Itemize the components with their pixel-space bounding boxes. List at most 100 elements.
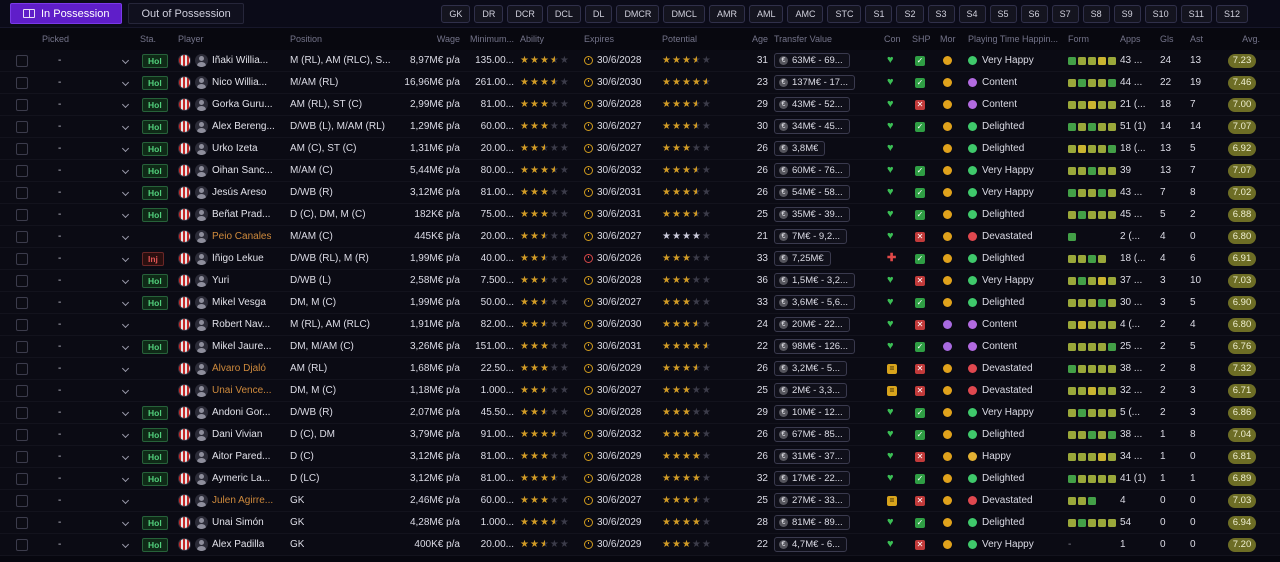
table-row[interactable]: - Hol Dani Vivian D (C), DM 3,79M€ p/a 91.00.… xyxy=(0,424,1280,446)
chevron-down-icon[interactable] xyxy=(121,386,130,395)
column-header-ability[interactable]: Ability xyxy=(520,34,584,44)
player-avatar-icon[interactable] xyxy=(195,120,208,133)
player-avatar-icon[interactable] xyxy=(195,76,208,89)
player-avatar-icon[interactable] xyxy=(195,274,208,287)
row-checkbox[interactable] xyxy=(16,142,28,155)
chevron-down-icon[interactable] xyxy=(121,430,130,439)
row-checkbox[interactable] xyxy=(16,98,28,111)
row-checkbox[interactable] xyxy=(16,186,28,199)
column-header-player[interactable]: Player xyxy=(178,34,290,44)
row-checkbox[interactable] xyxy=(16,494,28,507)
tab-out-of-possession[interactable]: Out of Possession xyxy=(128,3,244,24)
chevron-down-icon[interactable] xyxy=(121,342,130,351)
table-row[interactable]: - Hol Gorka Guru... AM (RL), ST (C) 2,99M€ p… xyxy=(0,94,1280,116)
table-row[interactable]: - Unai Vence... DM, M (C) 1,18M€ p/a 1.000..… xyxy=(0,380,1280,402)
transfer-value-pill[interactable]: €27M€ - 33... xyxy=(774,493,850,508)
player-name[interactable]: Aitor Pared... xyxy=(212,451,270,462)
table-row[interactable]: - Hol Aitor Pared... D (C) 3,12M€ p/a 81.00..… xyxy=(0,446,1280,468)
row-checkbox[interactable] xyxy=(16,472,28,485)
filter-s12[interactable]: S12 xyxy=(1215,4,1248,23)
filter-s4[interactable]: S4 xyxy=(958,4,986,23)
row-checkbox[interactable] xyxy=(16,362,28,375)
column-header-apps[interactable]: Apps xyxy=(1120,34,1160,44)
player-avatar-icon[interactable] xyxy=(195,340,208,353)
player-name[interactable]: Álex Bereng... xyxy=(212,121,275,132)
transfer-value-pill[interactable]: €1,5M€ - 3,2... xyxy=(774,273,855,288)
row-checkbox[interactable] xyxy=(16,76,28,89)
tab-in-possession[interactable]: In Possession xyxy=(10,3,123,24)
column-header-playing-time-happin[interactable]: Playing Time Happin... xyxy=(968,34,1068,44)
transfer-value-pill[interactable]: €3,2M€ - 5... xyxy=(774,361,848,376)
filter-s1[interactable]: S1 xyxy=(865,4,893,23)
transfer-value-pill[interactable]: €60M€ - 76... xyxy=(774,163,850,178)
chevron-down-icon[interactable] xyxy=(121,298,130,307)
player-name[interactable]: Yuri xyxy=(212,275,229,286)
table-row[interactable]: - Robert Nav... M (RL), AM (RLC) 1,91M€ p/a… xyxy=(0,314,1280,336)
column-header-minimum[interactable]: Minimum... xyxy=(466,34,520,44)
table-row[interactable]: - Álvaro Djaló AM (RL) 1,68M€ p/a 22.50... ★ ★… xyxy=(0,358,1280,380)
filter-amc[interactable]: AMC xyxy=(787,4,824,23)
player-name[interactable]: Oihan Sanc... xyxy=(212,165,273,176)
column-header-position[interactable]: Position xyxy=(290,34,396,44)
transfer-value-pill[interactable]: €67M€ - 85... xyxy=(774,427,850,442)
filter-gk[interactable]: GK xyxy=(441,4,471,23)
chevron-down-icon[interactable] xyxy=(121,364,130,373)
player-name[interactable]: Íñigo Lekue xyxy=(212,253,264,264)
column-header-sta[interactable]: Sta. xyxy=(140,34,178,44)
column-header-wage[interactable]: Wage xyxy=(396,34,466,44)
row-checkbox[interactable] xyxy=(16,450,28,463)
filter-s2[interactable]: S2 xyxy=(896,4,924,23)
chevron-down-icon[interactable] xyxy=(121,210,130,219)
player-name[interactable]: Peio Canales xyxy=(212,231,271,242)
filter-dmcl[interactable]: DMCL xyxy=(663,4,705,23)
player-avatar-icon[interactable] xyxy=(195,384,208,397)
filter-amr[interactable]: AMR xyxy=(708,4,745,23)
table-row[interactable]: - Hol Aymeric La... D (LC) 3,12M€ p/a 81.00..… xyxy=(0,468,1280,490)
table-row[interactable]: - Hol Mikel Vesga DM, M (C) 1,99M€ p/a 50.00.… xyxy=(0,292,1280,314)
chevron-down-icon[interactable] xyxy=(121,320,130,329)
row-checkbox[interactable] xyxy=(16,406,28,419)
filter-aml[interactable]: AML xyxy=(748,4,784,23)
transfer-value-pill[interactable]: €2M€ - 3,3... xyxy=(774,383,848,398)
chevron-down-icon[interactable] xyxy=(121,518,130,527)
player-avatar-icon[interactable] xyxy=(195,494,208,507)
column-header-mor[interactable]: Mor xyxy=(940,34,968,44)
filter-dcl[interactable]: DCL xyxy=(546,4,581,23)
player-avatar-icon[interactable] xyxy=(195,406,208,419)
chevron-down-icon[interactable] xyxy=(121,254,130,263)
transfer-value-pill[interactable]: €34M€ - 45... xyxy=(774,119,850,134)
player-name[interactable]: Unai Vence... xyxy=(212,385,271,396)
player-name[interactable]: Unai Simón xyxy=(212,517,264,528)
column-header-potential[interactable]: Potential xyxy=(662,34,746,44)
chevron-down-icon[interactable] xyxy=(121,144,130,153)
transfer-value-pill[interactable]: €54M€ - 58... xyxy=(774,185,850,200)
player-name[interactable]: Iñaki Willia... xyxy=(212,55,268,66)
transfer-value-pill[interactable]: €7,25M€ xyxy=(774,251,831,266)
player-avatar-icon[interactable] xyxy=(195,230,208,243)
table-row[interactable]: - Inj Íñigo Lekue D/WB (RL), M (R) 1,99M€ p/… xyxy=(0,248,1280,270)
row-checkbox[interactable] xyxy=(16,318,28,331)
column-header-ast[interactable]: Ast xyxy=(1190,34,1220,44)
table-row[interactable]: - Hol Urko Izeta AM (C), ST (C) 1,31M€ p/a 20… xyxy=(0,138,1280,160)
player-name[interactable]: Aymeric La... xyxy=(212,473,270,484)
player-name[interactable]: Jesús Areso xyxy=(212,187,266,198)
chevron-down-icon[interactable] xyxy=(121,188,130,197)
chevron-down-icon[interactable] xyxy=(121,276,130,285)
row-checkbox[interactable] xyxy=(16,516,28,529)
row-checkbox[interactable] xyxy=(16,340,28,353)
player-avatar-icon[interactable] xyxy=(195,516,208,529)
chevron-down-icon[interactable] xyxy=(121,122,130,131)
row-checkbox[interactable] xyxy=(16,230,28,243)
chevron-down-icon[interactable] xyxy=(121,100,130,109)
transfer-value-pill[interactable]: €3,8M€ xyxy=(774,141,826,156)
chevron-down-icon[interactable] xyxy=(121,474,130,483)
filter-s10[interactable]: S10 xyxy=(1144,4,1177,23)
player-avatar-icon[interactable] xyxy=(195,428,208,441)
player-avatar-icon[interactable] xyxy=(195,208,208,221)
column-header-shp[interactable]: SHP xyxy=(912,34,940,44)
chevron-down-icon[interactable] xyxy=(121,540,130,549)
chevron-down-icon[interactable] xyxy=(121,496,130,505)
filter-s11[interactable]: S11 xyxy=(1180,4,1212,23)
transfer-value-pill[interactable]: €20M€ - 22... xyxy=(774,317,850,332)
table-row[interactable]: - Julen Agirre... GK 2,46M€ p/a 60.00... ★ ★ ★ ★… xyxy=(0,490,1280,512)
